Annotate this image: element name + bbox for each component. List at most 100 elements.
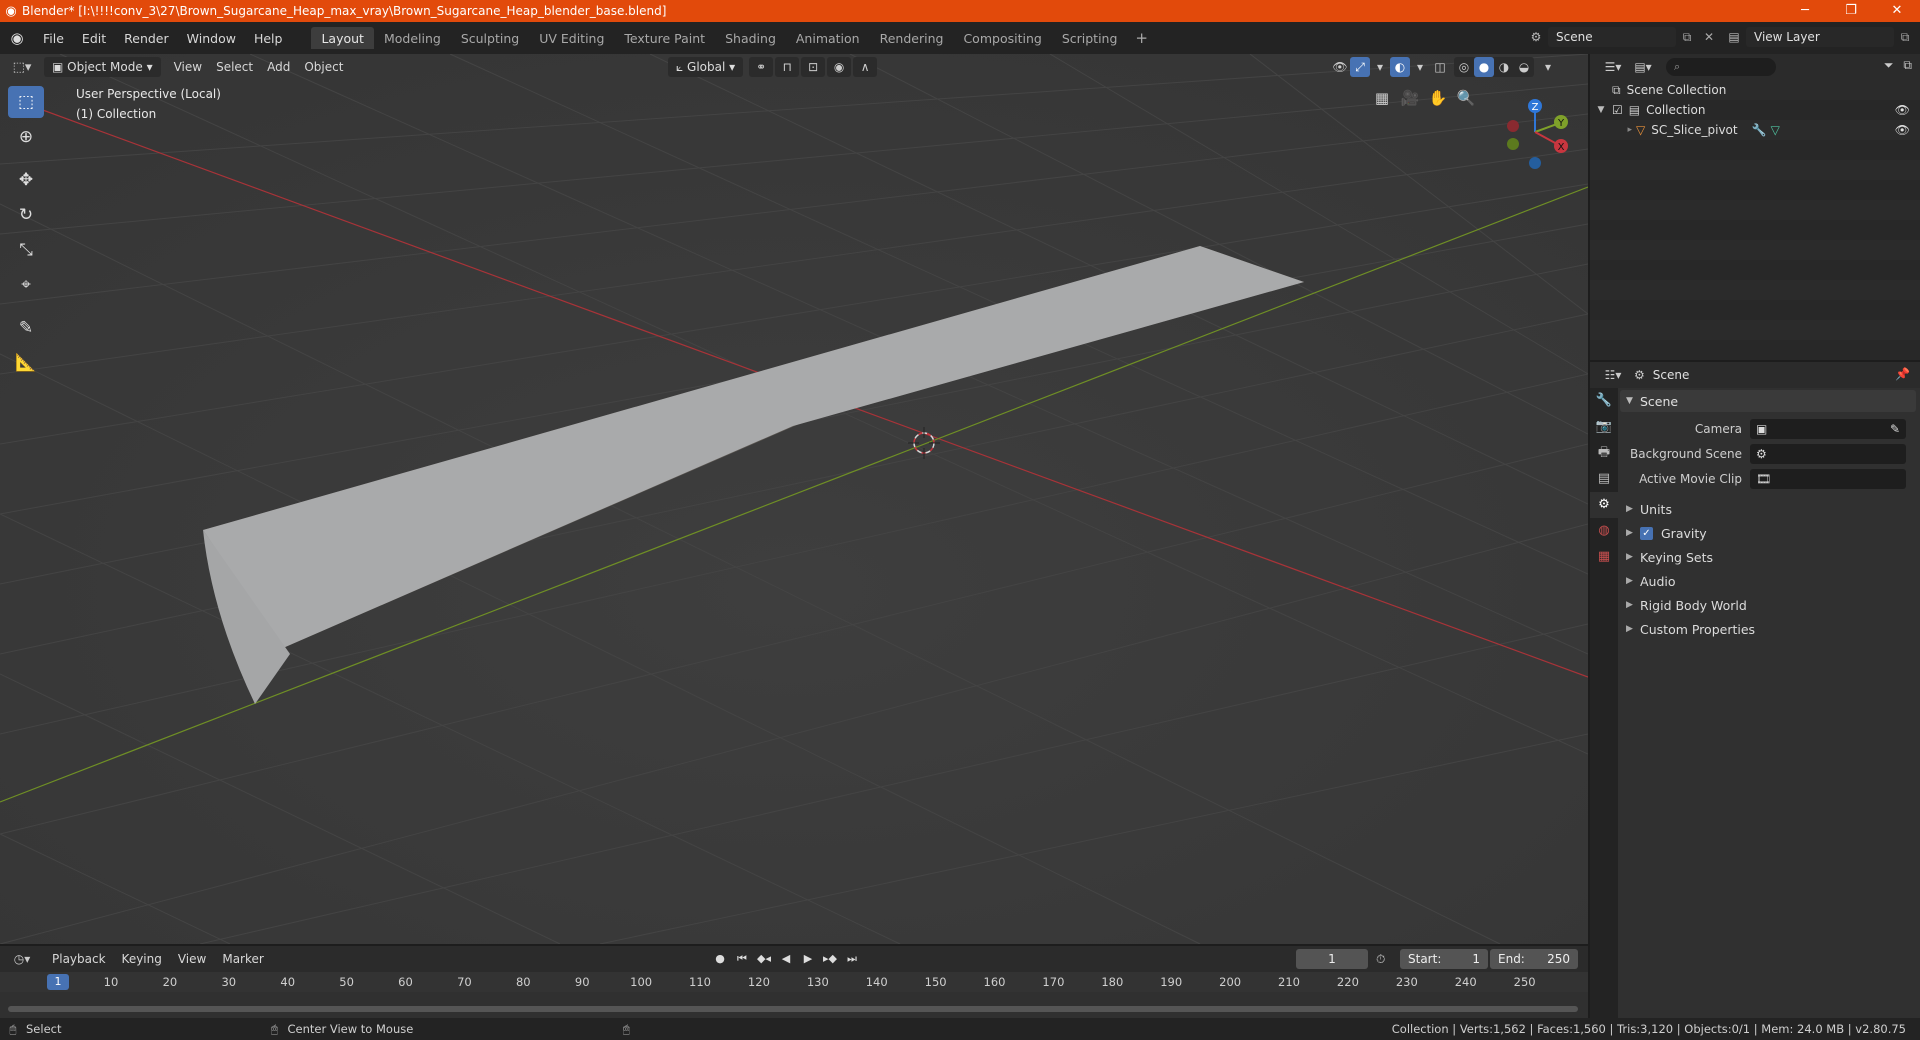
tab-animation[interactable]: Animation (786, 27, 870, 49)
timeline-editor-type-icon[interactable]: ◷▾ (0, 952, 44, 966)
shading-dropdown-icon[interactable]: ▾ (1538, 57, 1558, 77)
menu-object[interactable]: Object (297, 60, 350, 74)
snap-icon[interactable]: ⊓ (775, 57, 800, 77)
active-movie-clip-field[interactable]: 🎞 (1750, 468, 1906, 489)
collection-checkbox[interactable]: ☑ (1612, 103, 1623, 117)
render-tab-icon[interactable]: 📷 (1590, 414, 1618, 440)
outliner-editor-type-icon[interactable]: ☰▾ (1598, 60, 1628, 74)
pivot-icon[interactable]: ⚭ (749, 57, 774, 77)
new-view-layer-icon[interactable]: ⧉ (1894, 30, 1916, 45)
record-icon[interactable]: ● (710, 949, 730, 969)
tab-uv-editing[interactable]: UV Editing (529, 27, 614, 49)
current-frame-field[interactable]: 1 (1296, 949, 1368, 969)
rotate-tool-icon[interactable]: ↻ (8, 199, 44, 231)
new-scene-icon[interactable]: ⧉ (1676, 30, 1698, 45)
editor-type-icon[interactable]: ⬚▾ (0, 60, 44, 75)
world-tab-icon[interactable]: ◍ (1590, 518, 1618, 544)
annotate-tool-icon[interactable]: ✎ (8, 312, 44, 344)
menu-view[interactable]: View (167, 60, 209, 74)
menu-keying[interactable]: Keying (114, 952, 170, 966)
filter-icon[interactable]: ⏷ (1884, 58, 1894, 73)
object-visibility-icon[interactable]: 👁 (1895, 123, 1910, 137)
view-layer-tab-icon[interactable]: ▤ (1590, 466, 1618, 492)
display-mode-icon[interactable]: ▤▾ (1628, 60, 1658, 74)
transform-tool-icon[interactable]: ⌖ (8, 269, 44, 301)
blender-menu-icon[interactable]: ◉ (0, 29, 34, 47)
menu-help[interactable]: Help (245, 31, 292, 46)
snap-target-icon[interactable]: ⊡ (801, 57, 826, 77)
object-expand-icon[interactable]: ▸ (1590, 125, 1636, 135)
tab-rendering[interactable]: Rendering (870, 27, 954, 49)
outliner-row-scene-collection[interactable]: ⧉ Scene Collection (1590, 80, 1920, 100)
rendered-shading-icon[interactable]: ◒ (1514, 57, 1534, 77)
next-keyframe-icon[interactable]: ▸◆ (820, 949, 840, 969)
start-frame-field[interactable]: Start: 1 (1400, 949, 1488, 969)
jump-end-icon[interactable]: ⏭ (842, 949, 862, 969)
keying-sets-subpanel[interactable]: ▶ Keying Sets (1620, 545, 1920, 569)
measure-tool-icon[interactable]: 📐 (8, 347, 44, 379)
menu-playback[interactable]: Playback (44, 952, 114, 966)
viewport-scene[interactable]: Z Y X (0, 54, 1588, 944)
gizmo-toggle-icon[interactable]: ⤢ (1350, 57, 1370, 77)
menu-timeline-view[interactable]: View (170, 952, 214, 966)
menu-window[interactable]: Window (178, 31, 245, 46)
play-icon[interactable]: ▶ (798, 949, 818, 969)
delete-scene-icon[interactable]: ✕ (1698, 30, 1720, 44)
end-frame-field[interactable]: End: 250 (1490, 949, 1578, 969)
menu-render[interactable]: Render (115, 31, 178, 46)
preview-range-icon[interactable]: ⏱ (1376, 949, 1385, 969)
object-mode-dropdown[interactable]: ▣ Object Mode ▾ (44, 57, 161, 77)
tab-layout[interactable]: Layout (311, 27, 374, 49)
menu-file[interactable]: File (34, 31, 73, 46)
maximize-icon[interactable]: ❐ (1828, 0, 1874, 22)
mesh-data-icon[interactable]: ▽ (1771, 123, 1780, 137)
scene-tab-icon[interactable]: ⚙ (1590, 492, 1618, 518)
orientation-dropdown[interactable]: ⟀ Global ▾ (668, 57, 744, 77)
collection-visibility-icon[interactable]: 👁 (1895, 103, 1910, 117)
overlay-toggle-icon[interactable]: ◐ (1390, 57, 1410, 77)
scene-icon[interactable]: ⚙ (1524, 30, 1548, 44)
cursor-tool-icon[interactable]: ⊕ (8, 121, 44, 153)
menu-marker[interactable]: Marker (214, 952, 271, 966)
camera-view-icon[interactable]: 🎥 (1396, 84, 1424, 112)
custom-properties-subpanel[interactable]: ▶ Custom Properties (1620, 617, 1920, 641)
background-scene-field[interactable]: ⚙ (1750, 443, 1906, 464)
3d-viewport[interactable]: Z Y X ⬚▾ ▣ Object Mode ▾ View Select Add… (0, 54, 1588, 944)
toggle-grid-icon[interactable]: ▦ (1368, 84, 1396, 112)
move-tool-icon[interactable]: ✥ (8, 164, 44, 196)
tab-modeling[interactable]: Modeling (374, 27, 451, 49)
tab-shading[interactable]: Shading (715, 27, 786, 49)
minimize-icon[interactable]: ─ (1782, 0, 1828, 22)
overlay-dropdown-icon[interactable]: ▾ (1410, 57, 1430, 77)
jump-start-icon[interactable]: ⏮ (732, 949, 752, 969)
gravity-subpanel[interactable]: ▶ ✓ Gravity (1620, 521, 1920, 545)
scene-name-field[interactable]: Scene (1548, 27, 1676, 47)
falloff-icon[interactable]: ∧ (853, 57, 878, 77)
tab-compositing[interactable]: Compositing (953, 27, 1051, 49)
solid-shading-icon[interactable]: ● (1474, 57, 1494, 77)
gizmo-dropdown-icon[interactable]: ▾ (1370, 57, 1390, 77)
close-icon[interactable]: ✕ (1874, 0, 1920, 22)
material-shading-icon[interactable]: ◑ (1494, 57, 1514, 77)
properties-editor-type-icon[interactable]: ☷▾ (1598, 368, 1628, 382)
output-tab-icon[interactable]: 🖶 (1590, 440, 1618, 466)
camera-field[interactable]: ▣ ✎ (1750, 418, 1906, 439)
pan-view-icon[interactable]: ✋ (1424, 84, 1452, 112)
view-layer-field[interactable]: View Layer (1746, 27, 1894, 47)
tab-sculpting[interactable]: Sculpting (451, 27, 529, 49)
proportional-edit-icon[interactable]: ◉ (827, 57, 852, 77)
scene-panel-header[interactable]: ▼ Scene (1620, 390, 1916, 412)
outliner-search-field[interactable]: ⌕ (1666, 58, 1776, 76)
menu-add[interactable]: Add (260, 60, 297, 74)
view-layer-icon[interactable]: ▤ (1722, 30, 1746, 44)
menu-edit[interactable]: Edit (73, 31, 115, 46)
current-frame-marker[interactable]: 1 (47, 974, 69, 990)
delete-view-layer-icon[interactable]: ✕ (1916, 30, 1920, 44)
modifier-icon[interactable]: 🔧 (1752, 123, 1767, 137)
eyedropper-icon[interactable]: ✎ (1890, 422, 1906, 436)
texture-tab-icon[interactable]: ▦ (1590, 544, 1618, 570)
tab-texture-paint[interactable]: Texture Paint (614, 27, 715, 49)
timeline-scrollbar[interactable] (8, 1006, 1578, 1012)
play-reverse-icon[interactable]: ◀ (776, 949, 796, 969)
add-workspace-button[interactable]: + (1127, 27, 1156, 49)
